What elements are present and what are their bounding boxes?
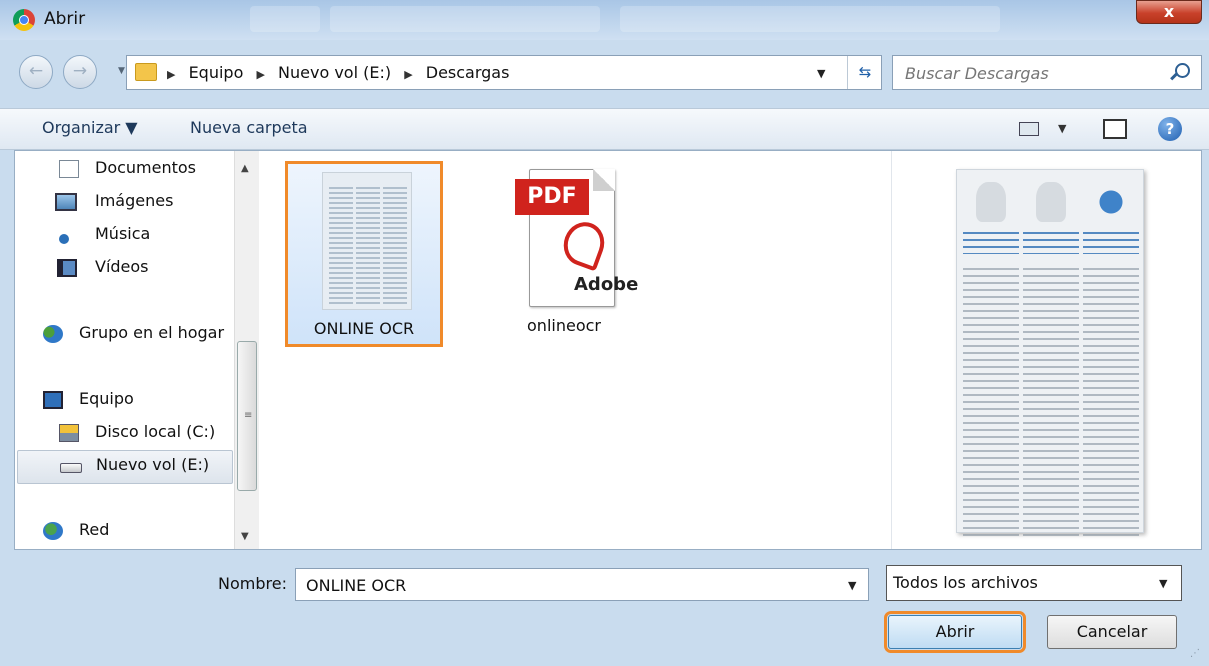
sidebar-item-label: Grupo en el hogar <box>79 323 225 342</box>
sidebar-item-grupo-hogar[interactable]: Grupo en el hogar <box>15 319 231 351</box>
file-name: onlineocr <box>527 316 601 335</box>
organize-button[interactable]: Organizar ▼ <box>42 118 138 137</box>
thumbnail-column <box>356 187 380 305</box>
refresh-button[interactable]: ⇆ <box>847 56 882 89</box>
dialog-content: Documentos Imágenes Música Vídeos Grupo … <box>14 150 1202 550</box>
sidebar-item-red[interactable]: Red <box>15 516 235 548</box>
address-dropdown-icon[interactable]: ▼ <box>817 67 825 80</box>
thumbnail-column <box>383 187 407 305</box>
background-tab-ghost <box>620 6 1000 32</box>
computer-icon <box>43 391 63 409</box>
help-icon[interactable]: ? <box>1158 117 1182 141</box>
view-dropdown-icon[interactable]: ▼ <box>1058 122 1066 135</box>
sidebar-item-label: Nuevo vol (E:) <box>96 455 210 474</box>
sidebar-item-label: Música <box>95 224 151 243</box>
scrollbar-thumb[interactable]: ≡ <box>237 341 257 491</box>
scroll-grip-icon: ≡ <box>244 410 253 421</box>
search-icon[interactable] <box>1175 63 1190 78</box>
music-icon <box>59 234 69 244</box>
resize-grip-icon[interactable]: ⋰ <box>1190 648 1200 659</box>
folder-icon <box>135 63 157 81</box>
thumbnail-column <box>329 187 353 305</box>
file-item-onlineocr[interactable]: Adobe PDF onlineocr <box>485 161 643 347</box>
drive-icon <box>60 463 82 473</box>
background-tab-ghost <box>250 6 320 32</box>
filename-input[interactable] <box>304 575 828 596</box>
document-thumbnail-icon <box>322 172 412 310</box>
network-icon <box>43 522 63 540</box>
preview-column <box>1083 182 1139 538</box>
sidebar-item-imagenes[interactable]: Imágenes <box>15 187 235 219</box>
sidebar-item-label: Imágenes <box>95 191 174 210</box>
address-bar[interactable]: ▶ Equipo ▶ Nuevo vol (E:) ▶ Descargas ▼ … <box>126 55 882 90</box>
cancel-button[interactable]: Cancelar <box>1047 615 1177 649</box>
pictures-icon <box>55 193 77 211</box>
sidebar-item-nuevo-vol[interactable]: Nuevo vol (E:) <box>17 450 233 484</box>
background-tab-ghost <box>330 6 600 32</box>
new-folder-button[interactable]: Nueva carpeta <box>190 118 308 137</box>
file-type-dropdown-icon[interactable]: ▼ <box>1159 577 1167 590</box>
pdf-brand: Adobe <box>574 274 639 295</box>
preview-column <box>1023 182 1079 538</box>
open-file-dialog: Abrir x ← → ▼ ▶ Equipo ▶ Nuevo vol (E:) … <box>0 0 1209 666</box>
document-preview <box>956 169 1144 538</box>
history-dropdown-icon[interactable]: ▼ <box>118 66 125 76</box>
pdf-icon: Adobe PDF <box>515 169 638 307</box>
breadcrumb-nuevo-vol[interactable]: Nuevo vol (E:) <box>278 63 391 82</box>
sidebar-item-label: Documentos <box>95 158 197 177</box>
filename-label: Nombre: <box>218 574 287 593</box>
preview-pane <box>891 151 1202 549</box>
documents-icon <box>59 160 79 178</box>
sidebar-item-disco-local[interactable]: Disco local (C:) <box>15 418 235 450</box>
preview-pane-icon[interactable] <box>1103 119 1127 139</box>
homegroup-icon <box>43 325 63 343</box>
sidebar-item-label: Red <box>79 520 110 539</box>
title-bar[interactable]: Abrir x <box>0 0 1209 40</box>
toolbar: Organizar ▼ Nueva carpeta ▼ ? <box>0 108 1209 150</box>
file-type-select[interactable]: Todos los archivos ▼ <box>886 565 1182 601</box>
local-disk-icon <box>59 424 79 442</box>
back-button[interactable]: ← <box>19 55 53 89</box>
scroll-up-icon[interactable]: ▲ <box>241 163 249 174</box>
sidebar-scrollbar[interactable]: ▲ ≡ ▼ <box>234 151 259 549</box>
change-view-icon[interactable] <box>1019 122 1039 136</box>
chrome-icon <box>13 9 35 31</box>
preview-column <box>963 182 1019 538</box>
breadcrumb: ▶ Equipo ▶ Nuevo vol (E:) ▶ Descargas <box>167 63 517 82</box>
forward-button[interactable]: → <box>63 55 97 89</box>
breadcrumb-separator[interactable]: ▶ <box>256 68 264 81</box>
search-input[interactable] <box>903 63 1167 84</box>
file-list: ONLINE OCR Adobe PDF onlineocr <box>263 151 890 549</box>
sidebar-item-label: Vídeos <box>95 257 149 276</box>
sidebar-item-label: Equipo <box>79 389 134 408</box>
acrobat-logo-icon <box>557 216 611 272</box>
search-box[interactable] <box>892 55 1202 90</box>
filename-combobox[interactable]: ▼ <box>295 568 869 601</box>
sidebar-item-equipo[interactable]: Equipo <box>15 385 235 417</box>
window-title: Abrir <box>44 9 86 29</box>
file-name: ONLINE OCR <box>313 319 415 338</box>
pdf-tag: PDF <box>515 179 589 215</box>
close-button[interactable]: x <box>1136 0 1202 24</box>
scroll-down-icon[interactable]: ▼ <box>241 531 249 542</box>
sidebar-item-videos[interactable]: Vídeos <box>15 253 235 285</box>
videos-icon <box>57 259 77 277</box>
sidebar-item-documentos[interactable]: Documentos <box>15 154 235 186</box>
page-fold <box>593 169 615 191</box>
file-type-value: Todos los archivos <box>893 573 1038 592</box>
sidebar-item-label: Disco local (C:) <box>95 422 216 441</box>
breadcrumb-equipo[interactable]: Equipo <box>189 63 244 82</box>
file-item-online-ocr[interactable]: ONLINE OCR <box>285 161 443 347</box>
sidebar-item-musica[interactable]: Música <box>15 220 235 252</box>
breadcrumb-separator[interactable]: ▶ <box>167 68 175 81</box>
filename-dropdown-icon[interactable]: ▼ <box>848 579 856 592</box>
breadcrumb-separator[interactable]: ▶ <box>404 68 412 81</box>
open-button[interactable]: Abrir <box>884 611 1026 653</box>
navigation-pane: Documentos Imágenes Música Vídeos Grupo … <box>15 151 260 549</box>
breadcrumb-descargas[interactable]: Descargas <box>426 63 510 82</box>
dialog-footer: Nombre: ▼ Todos los archivos ▼ Abrir Can… <box>0 550 1209 666</box>
